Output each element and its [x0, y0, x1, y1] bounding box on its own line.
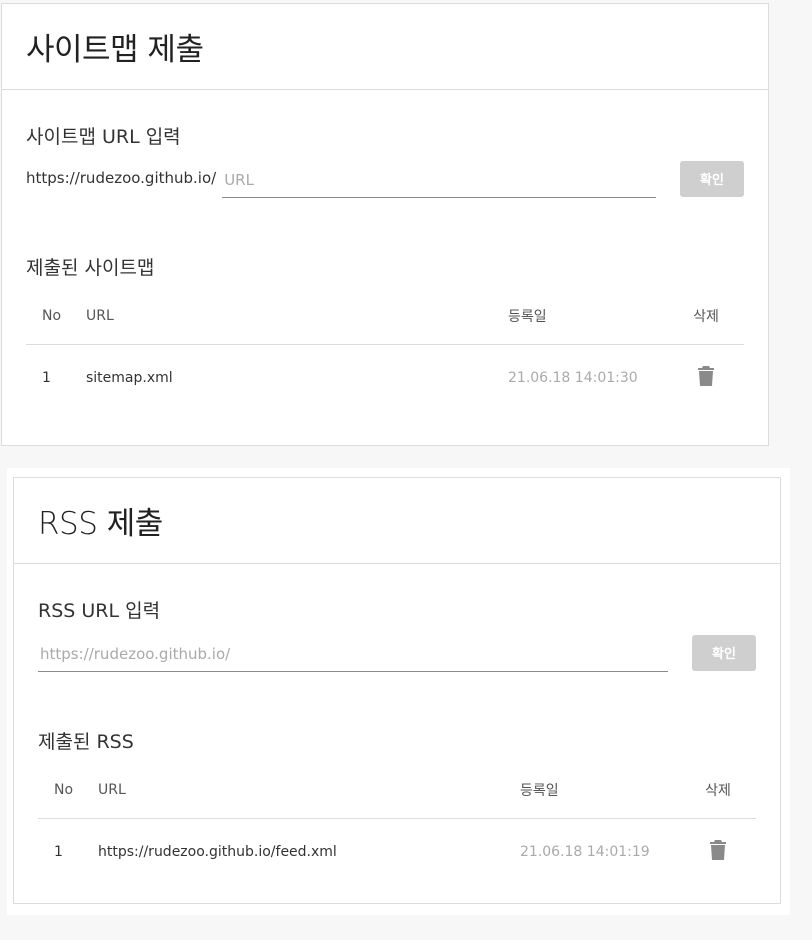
row-url: https://rudezoo.github.io/feed.xml — [98, 844, 337, 860]
row-delete-cell — [668, 366, 744, 390]
rss-panel: RSS 제출 RSS URL 입력 확인 제출된 RSS No URL 등록일 … — [13, 477, 781, 904]
column-header-no: No — [42, 308, 62, 324]
sitemap-panel-title: 사이트맵 제출 — [26, 32, 204, 68]
table-row: 1 https://rudezoo.github.io/feed.xml 21.… — [38, 819, 756, 885]
sitemap-url-prefix: https://rudezoo.github.io/ — [26, 169, 217, 187]
column-header-delete: 삭제 — [705, 783, 731, 799]
rss-table-header: No URL 등록일 삭제 — [38, 762, 756, 819]
sitemap-confirm-button[interactable]: 확인 — [680, 160, 744, 197]
column-header-url: URL — [98, 782, 126, 798]
column-header-date: 등록일 — [508, 309, 547, 325]
rss-table: No URL 등록일 삭제 1 https://rudezoo.github.i… — [38, 762, 756, 885]
rss-confirm-button[interactable]: 확인 — [692, 634, 756, 671]
row-date: 21.06.18 14:01:19 — [520, 844, 650, 860]
sitemap-list-title: 제출된 사이트맵 — [26, 257, 155, 279]
column-header-no: No — [54, 782, 74, 798]
row-no: 1 — [54, 844, 63, 860]
rss-input-section-title: RSS URL 입력 — [38, 600, 161, 622]
rss-panel-header: RSS 제출 — [14, 478, 780, 564]
trash-icon[interactable] — [698, 366, 714, 386]
column-header-url: URL — [86, 308, 114, 324]
trash-icon[interactable] — [710, 840, 726, 860]
rss-input-row: 확인 — [38, 634, 756, 672]
rss-list-title: 제출된 RSS — [38, 731, 134, 753]
row-no: 1 — [42, 370, 51, 386]
sitemap-input-section-title: 사이트맵 URL 입력 — [26, 126, 181, 148]
sitemap-table: No URL 등록일 삭제 1 sitemap.xml 21.06.18 14:… — [26, 288, 744, 411]
sitemap-panel-header: 사이트맵 제출 — [2, 4, 768, 90]
rss-url-input[interactable] — [38, 636, 668, 672]
row-url: sitemap.xml — [86, 370, 173, 386]
sitemap-input-row: https://rudezoo.github.io/ 확인 — [26, 160, 744, 198]
row-delete-cell — [680, 840, 756, 864]
table-row: 1 sitemap.xml 21.06.18 14:01:30 — [26, 345, 744, 411]
sitemap-url-input[interactable] — [222, 162, 656, 198]
sitemap-panel: 사이트맵 제출 사이트맵 URL 입력 https://rudezoo.gith… — [1, 3, 769, 446]
row-date: 21.06.18 14:01:30 — [508, 370, 638, 386]
rss-panel-title: RSS 제출 — [38, 506, 163, 542]
column-header-date: 등록일 — [520, 783, 559, 799]
column-header-delete: 삭제 — [693, 309, 719, 325]
sitemap-table-header: No URL 등록일 삭제 — [26, 288, 744, 345]
